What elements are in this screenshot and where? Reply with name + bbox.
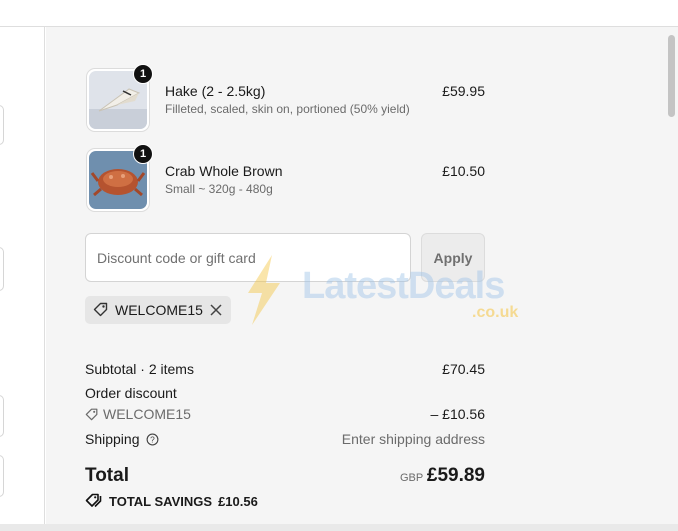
line-item: 1 Hake (2 - 2.5kg) Filleted, scaled, ski… (86, 64, 485, 132)
scrollbar-thumb[interactable] (668, 35, 675, 117)
bottom-strip (0, 524, 678, 531)
order-summary: 1 Hake (2 - 2.5kg) Filleted, scaled, ski… (46, 27, 665, 531)
discount-value: – £10.56 (430, 406, 486, 422)
savings-label: TOTAL SAVINGS (109, 494, 213, 509)
quantity-badge: 1 (133, 64, 153, 84)
top-bar (0, 0, 678, 27)
currency-code: GBP (400, 472, 424, 484)
shipping-value: Enter shipping address (341, 431, 485, 447)
applied-code-label: WELCOME15 (115, 302, 203, 318)
close-icon[interactable] (209, 303, 223, 317)
discount-code-input[interactable] (85, 233, 411, 282)
item-name: Hake (2 - 2.5kg) (165, 83, 266, 99)
item-price: £59.95 (442, 83, 485, 99)
total-label: Total (85, 465, 129, 486)
form-field-fragment[interactable] (0, 395, 4, 437)
item-description: Filleted, scaled, skin on, portioned (50… (165, 102, 410, 116)
subtotal-label: Subtotal · 2 items (85, 361, 194, 377)
checkout-form-panel (0, 27, 45, 531)
subtotal-value: £70.45 (442, 361, 485, 377)
tag-icon (93, 301, 109, 320)
item-name: Crab Whole Brown (165, 163, 283, 179)
total-value: £59.89 (426, 465, 485, 486)
apply-button[interactable]: Apply (421, 233, 485, 282)
info-icon[interactable]: ? (146, 433, 159, 449)
total-savings: TOTAL SAVINGS £10.56 (85, 492, 258, 511)
applied-discount-chip: WELCOME15 (85, 296, 231, 324)
item-description: Small ~ 320g - 480g (165, 182, 273, 196)
form-field-fragment[interactable] (0, 105, 4, 145)
shipping-row: Shipping ? Enter shipping address (85, 431, 485, 449)
tag-icon (85, 407, 99, 424)
discount-code-row: WELCOME15 – £10.56 (85, 406, 485, 424)
form-field-fragment[interactable] (0, 455, 4, 497)
order-discount-row: Order discount (85, 385, 485, 401)
shipping-label: Shipping (85, 431, 140, 447)
savings-value: £10.56 (218, 494, 258, 509)
order-discount-label: Order discount (85, 385, 177, 401)
subtotal-row: Subtotal · 2 items £70.45 (85, 361, 485, 377)
discount-code-label: WELCOME15 (103, 406, 191, 422)
form-field-fragment[interactable] (0, 247, 4, 291)
quantity-badge: 1 (133, 144, 153, 164)
line-item: 1 Crab Whole Brown Small ~ 320g - 480g £… (86, 144, 485, 212)
watermark-suffix: .co.uk (472, 304, 519, 321)
svg-text:?: ? (151, 434, 156, 444)
item-price: £10.50 (442, 163, 485, 179)
tags-icon (85, 492, 103, 511)
